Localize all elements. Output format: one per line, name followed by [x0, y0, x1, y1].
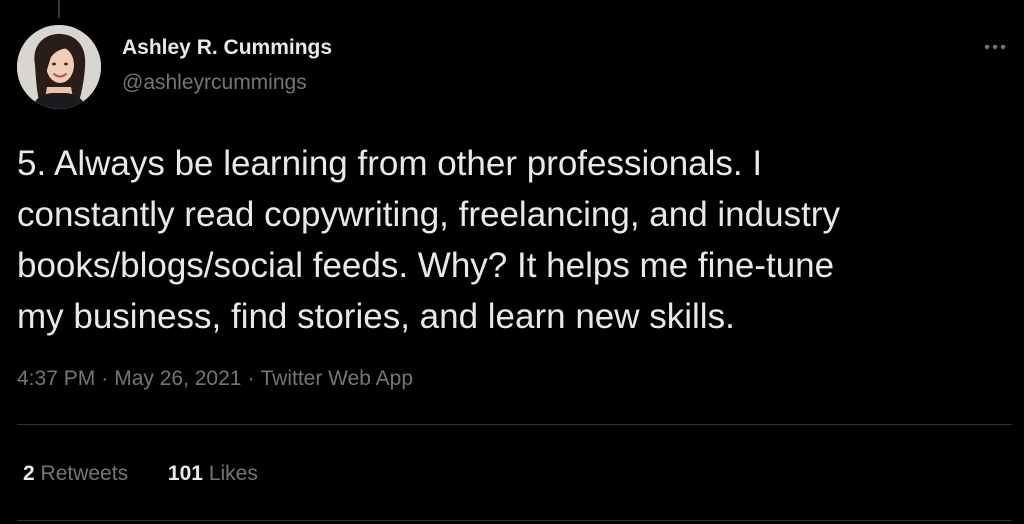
- tweet-date[interactable]: May 26, 2021: [114, 367, 241, 390]
- likes-stat[interactable]: 101 Likes: [168, 461, 258, 487]
- tweet: Ashley R. Cummings @ashleyrcummings 5. A…: [0, 0, 1024, 524]
- tweet-source[interactable]: Twitter Web App: [260, 367, 413, 390]
- retweets-label: Retweets: [40, 462, 129, 485]
- meta-separator: ·: [247, 367, 255, 390]
- author-handle[interactable]: @ashleyrcummings: [122, 70, 332, 96]
- likes-label: Likes: [208, 462, 258, 485]
- tweet-metadata: 4:37 PM · May 26, 2021 · Twitter Web App: [17, 366, 413, 392]
- retweets-stat[interactable]: 2 Retweets: [23, 461, 128, 487]
- tweet-time[interactable]: 4:37 PM: [17, 367, 95, 390]
- tweet-text: 5. Always be learning from other profess…: [17, 144, 840, 336]
- likes-count: 101: [167, 462, 203, 485]
- retweets-count: 2: [23, 462, 35, 485]
- divider: [17, 424, 1012, 425]
- tweet-stats: 2 Retweets 101 Likes: [23, 461, 292, 487]
- divider: [17, 520, 1012, 521]
- more-options-icon: [984, 44, 1006, 50]
- more-options-button[interactable]: [975, 34, 1015, 60]
- meta-separator: ·: [101, 367, 109, 390]
- user-avatar-icon: [17, 25, 101, 109]
- author-info: Ashley R. Cummings @ashleyrcummings: [122, 35, 332, 96]
- author-display-name[interactable]: Ashley R. Cummings: [122, 35, 332, 61]
- avatar[interactable]: [17, 25, 101, 109]
